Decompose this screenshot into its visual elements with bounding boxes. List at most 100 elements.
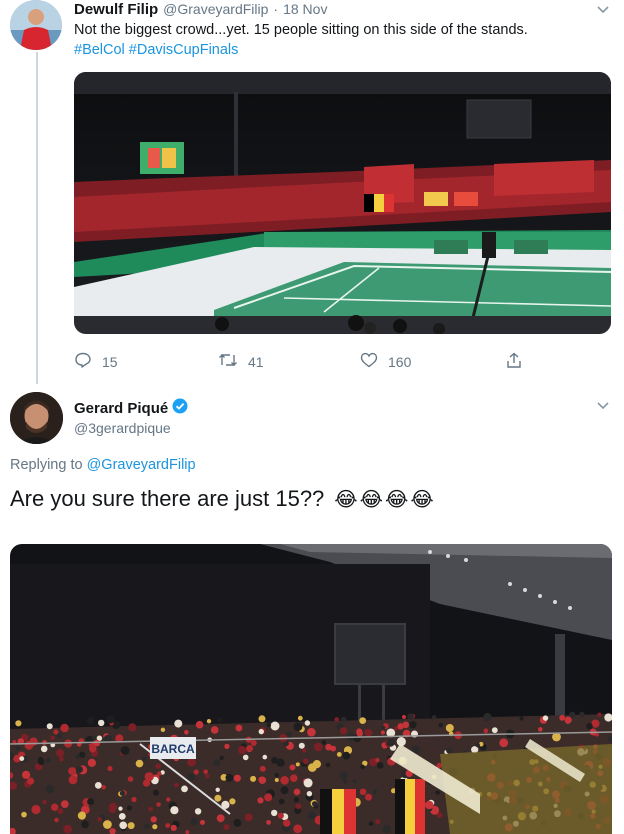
crowd-dot	[131, 796, 137, 803]
tweet-image[interactable]: BARCA	[10, 544, 612, 834]
crowd-dot	[187, 757, 196, 767]
crowd-dot	[402, 715, 406, 719]
crowd-dot	[181, 785, 188, 793]
crowd-dot	[264, 793, 273, 802]
crowd-dot	[397, 723, 404, 730]
crowd-dot	[216, 814, 225, 823]
crowd-dot	[46, 757, 52, 763]
crowd-dot	[19, 756, 25, 761]
share-icon[interactable]	[506, 352, 522, 374]
crowd-dot	[87, 758, 96, 767]
crowd-dot	[293, 824, 303, 834]
crowd-dot	[270, 721, 280, 731]
crowd-dot	[342, 779, 348, 784]
crowd-dot	[119, 790, 125, 796]
crowd-dot	[293, 722, 303, 731]
crowd-dot	[187, 773, 196, 781]
crowd-dot	[314, 742, 323, 752]
crowd-dot	[229, 798, 236, 805]
tweet-body: Are you sure there are just 15??	[10, 486, 325, 511]
tweet-image[interactable]	[74, 72, 611, 334]
author-name[interactable]: Gerard Piqué	[74, 400, 168, 417]
crowd-dot	[283, 819, 291, 827]
hashtags[interactable]: #BelCol #DavisCupFinals	[74, 42, 238, 58]
like-button[interactable]: 160	[360, 352, 411, 371]
crowd-dot	[368, 821, 374, 826]
crowd-dot	[76, 766, 83, 773]
crowd-dot	[223, 824, 230, 830]
crowd-dot	[359, 788, 367, 796]
crowd-dot	[118, 806, 123, 811]
tweet-text: Are you sure there are just 15?? 😂😂😂😂	[10, 486, 436, 512]
crowd-dot	[144, 823, 150, 830]
banner-sign-text: BARCA	[151, 742, 195, 756]
chevron-down-icon[interactable]	[596, 2, 610, 20]
avatar[interactable]	[10, 0, 62, 50]
crowd-dot	[276, 758, 285, 767]
replying-prefix: Replying to	[10, 457, 87, 473]
crowd-dot	[60, 800, 69, 808]
crowd-dot	[190, 818, 198, 826]
crowd-dot	[258, 728, 264, 735]
crowd-dot	[250, 740, 257, 746]
crowd-dot	[214, 794, 222, 802]
crowd-dot	[210, 726, 219, 734]
crowd-dot	[56, 749, 65, 758]
crowd-dot	[40, 745, 48, 753]
crowd-dot	[56, 733, 62, 739]
crowd-dot	[293, 797, 300, 803]
crowd-dot	[519, 716, 524, 721]
crowd-dot	[579, 711, 585, 718]
crowd-dot	[224, 743, 230, 749]
author-name[interactable]: Dewulf Filip	[74, 1, 158, 18]
crowd-dot	[157, 771, 162, 776]
crowd-dot	[87, 798, 95, 806]
crowd-dot	[170, 806, 179, 815]
crowd-dot	[302, 748, 307, 753]
crowd-dot	[298, 742, 305, 749]
crowd-dot	[483, 713, 492, 721]
crowd-dot	[445, 724, 454, 732]
like-count: 160	[388, 353, 412, 370]
retweet-button[interactable]: 41	[218, 352, 264, 371]
crowd-dot	[380, 725, 386, 730]
crowd-dot	[57, 808, 64, 814]
crowd-dot	[303, 778, 313, 788]
crowd-dot	[119, 821, 127, 830]
crowd-dot	[81, 820, 89, 829]
crowd-dot	[77, 811, 86, 820]
chevron-down-icon[interactable]	[596, 398, 610, 416]
crowd-dot	[94, 782, 102, 789]
crowd-dot	[22, 770, 31, 779]
crowd-dot	[93, 739, 101, 747]
crowd-dot	[312, 801, 318, 807]
crowd-dot	[375, 757, 380, 763]
crowd-dot	[274, 778, 279, 782]
crowd-dot	[206, 719, 212, 724]
emoji-group: 😂😂😂😂	[334, 488, 436, 511]
crowd-dot	[152, 824, 158, 830]
crowd-dot	[53, 729, 59, 735]
crowd-dot	[552, 732, 561, 742]
crowd-dot	[15, 745, 21, 751]
crowd-dot	[307, 727, 316, 737]
crowd-dot	[446, 747, 452, 754]
crowd-dot	[257, 797, 264, 804]
crowd-dot	[356, 728, 363, 735]
tweet-date[interactable]: 18 Nov	[283, 1, 327, 17]
author-handle[interactable]: @GraveyardFilip	[163, 1, 268, 17]
crowd-dot	[45, 784, 55, 794]
crowd-dot	[352, 779, 357, 784]
avatar[interactable]	[10, 392, 63, 444]
crowd-dot	[120, 746, 130, 755]
replying-handle-link[interactable]: @GraveyardFilip	[87, 457, 196, 473]
crowd-dot	[193, 769, 199, 775]
crowd-dot	[266, 820, 271, 825]
reply-button[interactable]: 15	[74, 352, 118, 371]
crowd-dot	[97, 817, 102, 822]
crowd-dot	[118, 813, 126, 820]
author-handle[interactable]: @3gerardpique	[74, 420, 171, 436]
crowd-dot	[59, 756, 64, 762]
crowd-dot	[27, 777, 35, 785]
tweet-text: Not the biggest crowd...yet. 15 people s…	[74, 22, 528, 38]
